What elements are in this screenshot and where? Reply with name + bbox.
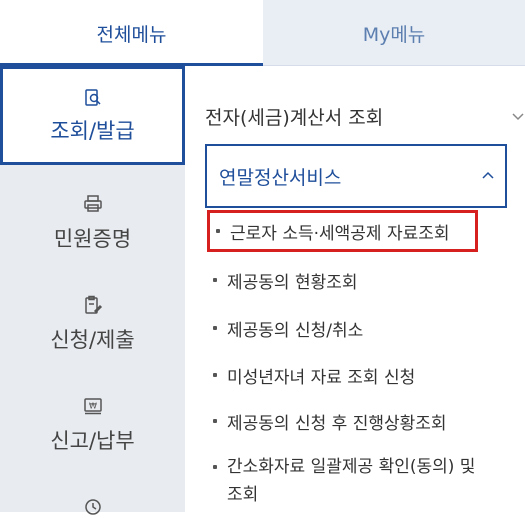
menu-label: 연말정산서비스 [219,166,342,189]
clock-icon [82,496,104,518]
category-apply-submit[interactable]: 신청/제출 [0,294,185,354]
category-sidebar: 조회/발급 민원증명 신청/제출 ₩ 신고/납부 [0,66,185,515]
submenu-consent-progress[interactable]: 제공동의 신청 후 진행상황조회 [213,409,447,434]
search-document-icon [82,87,104,109]
bullet [213,278,217,282]
category-label: 신청/제출 [50,328,135,352]
submenu-label: 미성년자녀 자료 조회 신청 [227,368,416,388]
chevron-down-icon [511,109,525,123]
category-more[interactable] [0,496,185,518]
tab-all-menu[interactable]: 전체메뉴 [0,0,263,66]
tab-my-menu[interactable]: My메뉴 [263,0,525,66]
menu-year-end-settlement[interactable]: 연말정산서비스 [205,144,507,208]
submenu-label: 제공동의 신청 후 진행상황조회 [227,414,447,434]
submenu-consent-status[interactable]: 제공동의 현황조회 [213,268,358,293]
menu-label: 전자(세금)계산서 조회 [205,106,384,129]
category-label: 민원증명 [53,227,132,251]
submenu-label: 제공동의 신청/취소 [227,321,364,341]
category-inquiry-issue[interactable]: 조회/발급 [0,66,185,165]
chevron-up-icon [481,169,495,183]
bullet [213,465,217,469]
category-civil-certificate[interactable]: 민원증명 [0,193,185,253]
submenu-label: 근로자 소득·세액공제 자료조회 [230,223,450,244]
category-report-pay[interactable]: ₩ 신고/납부 [0,395,185,455]
bullet [213,326,217,330]
bullet [213,419,217,423]
category-label: 신고/납부 [50,429,135,453]
bullet [213,373,217,377]
category-label: 조회/발급 [50,118,135,143]
menu-e-invoice-inquiry[interactable]: 전자(세금)계산서 조회 [185,96,525,136]
bullet [216,229,220,233]
menu-tabs: 전체메뉴 My메뉴 [0,0,525,66]
submenu-label: 제공동의 현황조회 [227,273,358,293]
clipboard-pen-icon [82,294,104,316]
submenu-label: 간소화자료 일괄제공 확인(동의) 및 조회 [227,457,476,505]
submenu-deduction-data-inquiry[interactable]: 근로자 소득·세액공제 자료조회 [207,210,478,252]
receipt-icon: ₩ [82,395,104,417]
submenu-bulk-provision-consent[interactable]: 간소화자료 일괄제공 확인(동의) 및 조회 [213,453,503,509]
submenu-consent-apply-cancel[interactable]: 제공동의 신청/취소 [213,316,363,341]
printer-icon [82,193,104,215]
svg-text:₩: ₩ [89,402,97,411]
submenu-minor-child-request[interactable]: 미성년자녀 자료 조회 신청 [213,363,415,388]
